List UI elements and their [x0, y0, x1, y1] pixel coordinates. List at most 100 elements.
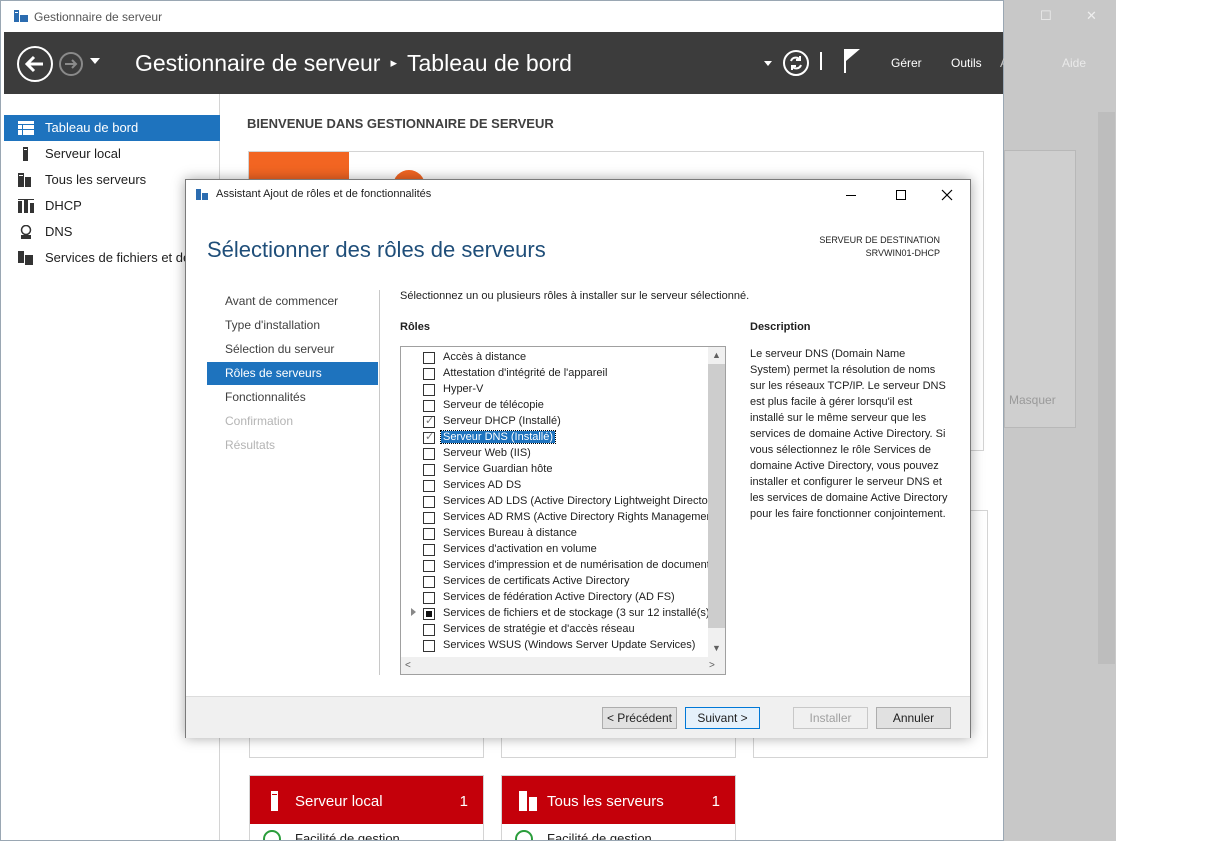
role-checkbox[interactable]	[423, 448, 435, 460]
role-checkbox[interactable]	[423, 368, 435, 380]
hide-link[interactable]: Masquer	[1009, 393, 1056, 407]
role-item[interactable]: Service Guardian hôte	[401, 461, 709, 477]
role-checkbox[interactable]	[423, 640, 435, 652]
wizard-heading: Sélectionner des rôles de serveurs	[207, 237, 546, 262]
previous-button[interactable]: < Précédent	[602, 707, 677, 729]
wizard-footer: < Précédent Suivant > Installer Annuler	[186, 696, 970, 738]
scroll-up-icon[interactable]: ▲	[712, 351, 721, 360]
role-checkbox[interactable]	[423, 608, 435, 620]
role-label: Services AD LDS (Active Directory Lightw…	[443, 495, 709, 507]
role-label: Services WSUS (Windows Server Update Ser…	[443, 639, 696, 651]
role-label: Serveur DNS (Installé)	[439, 430, 557, 444]
role-item[interactable]: Serveur Web (IIS)	[401, 445, 709, 461]
close-icon[interactable]	[937, 185, 957, 205]
menu-view[interactable]: Afficher	[1000, 56, 1040, 70]
role-label: Services AD RMS (Active Directory Rights…	[443, 511, 709, 523]
maximize-icon[interactable]	[891, 185, 911, 205]
role-label: Services d'impression et de numérisation…	[443, 559, 709, 571]
role-checkbox[interactable]	[423, 384, 435, 396]
menu-tools[interactable]: Outils	[951, 56, 982, 70]
role-checkbox[interactable]	[423, 430, 435, 444]
role-checkbox[interactable]	[423, 544, 435, 556]
step-server-roles[interactable]: Rôles de serveurs	[207, 362, 378, 385]
role-item[interactable]: Services AD RMS (Active Directory Rights…	[401, 509, 709, 525]
role-label: Services de certificats Active Directory	[443, 575, 630, 587]
steps-divider	[379, 290, 380, 675]
roles-list[interactable]: Services WSUS (Windows Server Update Ser…	[400, 346, 726, 675]
role-checkbox[interactable]	[423, 414, 435, 428]
role-item[interactable]: Serveur DNS (Installé)	[401, 429, 709, 445]
file-storage-icon	[18, 251, 33, 265]
role-checkbox[interactable]	[423, 352, 435, 364]
sidebar-item-label: DNS	[45, 224, 73, 239]
tile-header: Serveur local 1	[250, 776, 483, 824]
all-servers-tile[interactable]: Tous les serveurs 1 Facilité de gestion	[501, 775, 736, 840]
role-item[interactable]: Services Bureau à distance	[401, 525, 709, 541]
role-checkbox[interactable]	[423, 576, 435, 588]
role-checkbox[interactable]	[423, 400, 435, 412]
role-item[interactable]: Accès à distance	[401, 349, 709, 365]
role-item[interactable]: Services de fédération Active Directory …	[401, 589, 709, 605]
role-item[interactable]: Services de fichiers et de stockage (3 s…	[401, 605, 709, 621]
role-checkbox[interactable]	[423, 464, 435, 476]
step-features[interactable]: Fonctionnalités	[207, 386, 378, 409]
role-checkbox[interactable]	[423, 624, 435, 636]
role-checkbox[interactable]	[423, 528, 435, 540]
role-checkbox[interactable]	[423, 512, 435, 524]
role-item[interactable]: Attestation d'intégrité de l'appareil	[401, 365, 709, 381]
step-installation-type[interactable]: Type d'installation	[207, 314, 378, 337]
header-dropdown-icon[interactable]	[764, 61, 772, 66]
forward-button[interactable]	[59, 52, 83, 76]
expand-icon[interactable]	[411, 608, 416, 616]
role-checkbox[interactable]	[423, 592, 435, 604]
scrollbar-thumb[interactable]	[708, 364, 725, 628]
back-button[interactable]	[17, 46, 53, 82]
minimize-icon[interactable]	[841, 185, 861, 205]
sidebar-item-label: DHCP	[45, 198, 82, 213]
scroll-right-icon[interactable]: >	[709, 660, 715, 671]
menu-help[interactable]: Aide	[1062, 56, 1086, 70]
maximize-icon[interactable]: ☐	[1040, 8, 1052, 24]
role-item[interactable]: Serveur de télécopie	[401, 397, 709, 413]
role-label: Serveur Web (IIS)	[443, 447, 531, 459]
role-item[interactable]: Services d'activation en volume	[401, 541, 709, 557]
role-checkbox[interactable]	[423, 560, 435, 572]
notifications-flag-icon[interactable]	[842, 47, 862, 75]
close-icon[interactable]: ✕	[1086, 8, 1097, 24]
refresh-icon[interactable]	[783, 50, 809, 76]
tile-count: 1	[459, 793, 468, 810]
history-dropdown-icon[interactable]	[90, 58, 100, 64]
role-item[interactable]: Serveur DHCP (Installé)	[401, 413, 709, 429]
scroll-left-icon[interactable]: <	[405, 660, 411, 671]
quick-start-tile[interactable]	[249, 152, 349, 182]
tile-status[interactable]: Facilité de gestion	[547, 831, 652, 840]
sidebar-item-local-server[interactable]: Serveur local	[4, 141, 220, 167]
role-item[interactable]: Hyper-V	[401, 381, 709, 397]
step-label: Avant de commencer	[225, 294, 339, 308]
cancel-button[interactable]: Annuler	[876, 707, 951, 729]
role-item[interactable]: Services AD DS	[401, 477, 709, 493]
breadcrumb: Gestionnaire de serveur ▸ Tableau de bord	[135, 50, 572, 77]
role-item[interactable]: Services AD LDS (Active Directory Lightw…	[401, 493, 709, 509]
vertical-scrollbar[interactable]: ▲ ▼	[708, 347, 725, 658]
scrollbar[interactable]	[1098, 112, 1115, 664]
step-before-you-begin[interactable]: Avant de commencer	[207, 290, 378, 313]
breadcrumb-root[interactable]: Gestionnaire de serveur	[135, 50, 380, 76]
step-results: Résultats	[207, 434, 378, 457]
role-item[interactable]: Services de certificats Active Directory	[401, 573, 709, 589]
step-server-selection[interactable]: Sélection du serveur	[207, 338, 378, 361]
dns-icon	[20, 225, 32, 239]
sidebar-item-dashboard[interactable]: Tableau de bord	[4, 115, 220, 141]
scroll-down-icon[interactable]: ▼	[712, 644, 721, 653]
next-button[interactable]: Suivant >	[685, 707, 760, 729]
menu-manage[interactable]: Gérer	[891, 56, 922, 70]
role-label: Hyper-V	[443, 383, 484, 395]
role-item[interactable]: Services de stratégie et d'accès réseau	[401, 621, 709, 637]
role-item[interactable]: Services d'impression et de numérisation…	[401, 557, 709, 573]
local-server-tile[interactable]: Serveur local 1 Facilité de gestion	[249, 775, 484, 840]
role-item[interactable]: Services WSUS (Windows Server Update Ser…	[401, 637, 709, 653]
tile-status[interactable]: Facilité de gestion	[295, 831, 400, 840]
role-checkbox[interactable]	[423, 496, 435, 508]
horizontal-scrollbar[interactable]: < >	[401, 657, 725, 674]
role-checkbox[interactable]	[423, 480, 435, 492]
